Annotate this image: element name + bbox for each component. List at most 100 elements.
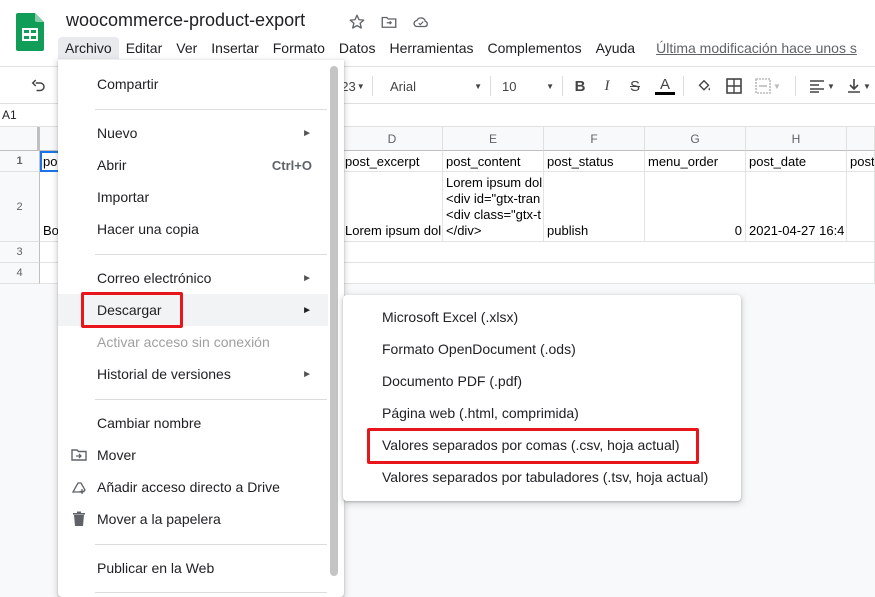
menu-item-label: Importar [97, 189, 150, 205]
strikethrough-icon[interactable]: S [625, 74, 645, 98]
menu-herramientas[interactable]: Herramientas [382, 37, 480, 59]
menu-item-mover[interactable]: Mover [58, 439, 328, 471]
menu-divider [95, 592, 327, 593]
menu-item-label: Activar acceso sin conexión [97, 334, 270, 350]
cell-h2-text: 2021-04-27 16:4 [749, 223, 845, 238]
menu-item-nuevo[interactable]: Nuevo ► [58, 117, 328, 149]
toolbar-divider [490, 76, 491, 96]
toolbar-divider [562, 76, 563, 96]
download-ods[interactable]: Formato OpenDocument (.ods) [343, 333, 741, 365]
menu-bar: Archivo Editar Ver Insertar Formato Dato… [58, 36, 857, 60]
chevron-down-icon: ▼ [863, 81, 871, 91]
file-menu: Compartir Nuevo ► Abrir Ctrl+O Importar Ha… [58, 60, 344, 597]
italic-icon[interactable]: I [597, 74, 617, 98]
toolbar-divider [683, 76, 684, 96]
menu-item-label: Hacer una copia [97, 221, 199, 237]
cell-f1[interactable]: post_status [544, 151, 645, 172]
cell-e1[interactable]: post_content [443, 151, 544, 172]
chevron-down-icon: ▼ [546, 81, 554, 91]
menu-ayuda[interactable]: Ayuda [589, 37, 642, 59]
move-to-folder-icon[interactable] [378, 11, 400, 33]
menu-datos[interactable]: Datos [332, 37, 383, 59]
download-csv[interactable]: Valores separados por comas (.csv, hoja … [343, 429, 741, 461]
column-header-f[interactable]: F [544, 127, 645, 151]
menu-item-papelera[interactable]: Mover a la papelera [58, 503, 328, 535]
menu-insertar[interactable]: Insertar [204, 37, 265, 59]
menu-item-publicar[interactable]: Publicar en la Web [58, 552, 328, 584]
star-icon[interactable] [346, 11, 368, 33]
menu-item-label: Abrir [97, 157, 127, 173]
menu-item-label: Nuevo [97, 125, 138, 141]
menu-item-importar[interactable]: Importar [58, 181, 328, 213]
menu-ver[interactable]: Ver [169, 37, 204, 59]
bold-icon[interactable]: B [570, 74, 590, 98]
text-color-icon[interactable]: A [654, 74, 676, 98]
menu-divider [95, 254, 327, 255]
align-horizontal-icon[interactable]: ▼ [806, 74, 838, 98]
cell-g2[interactable]: 0 [645, 172, 746, 242]
add-shortcut-icon [71, 479, 87, 495]
sheets-logo-icon[interactable] [16, 13, 44, 51]
cell-f2[interactable]: publish [544, 172, 645, 242]
borders-icon[interactable] [723, 74, 745, 98]
menu-editar[interactable]: Editar [119, 37, 170, 59]
menu-item-correo[interactable]: Correo electrónico ► [58, 262, 328, 294]
cell-e2-line: <div id="gtx-tran [446, 191, 541, 206]
cell-d2[interactable]: Lorem ipsum dol [342, 172, 443, 242]
menu-item-compartir[interactable]: Compartir [58, 68, 328, 100]
cell-d2-text: Lorem ipsum dol [345, 223, 442, 238]
menu-item-historial[interactable]: Historial de versiones ► [58, 358, 328, 390]
cell-i1[interactable]: post [847, 151, 875, 172]
menu-formato[interactable]: Formato [266, 37, 332, 59]
column-header-d[interactable]: D [342, 127, 443, 151]
cell-reference[interactable]: A1 [2, 108, 17, 122]
download-html[interactable]: Página web (.html, comprimida) [343, 397, 741, 429]
row-header-2[interactable]: 2 [0, 172, 40, 242]
menu-item-abrir[interactable]: Abrir Ctrl+O [58, 149, 328, 181]
download-pdf[interactable]: Documento PDF (.pdf) [343, 365, 741, 397]
download-xlsx[interactable]: Microsoft Excel (.xlsx) [343, 301, 741, 333]
menu-scrollbar[interactable] [330, 66, 338, 576]
column-header-g[interactable]: G [645, 127, 746, 151]
menu-item-descargar[interactable]: Descargar ► [58, 294, 328, 326]
column-header-e[interactable]: E [443, 127, 544, 151]
cell-h2[interactable]: 2021-04-27 16:4 [746, 172, 847, 242]
fill-color-icon[interactable] [693, 74, 715, 98]
column-header-h[interactable]: H [746, 127, 847, 151]
font-size-label: 10 [502, 78, 517, 94]
cell-e2[interactable]: Lorem ipsum dol <div id="gtx-tran <div c… [443, 172, 544, 242]
cell-e2-line: <div class="gtx-t [446, 207, 541, 222]
download-tsv[interactable]: Valores separados por tabuladores (.tsv,… [343, 461, 741, 493]
menu-divider [95, 109, 327, 110]
trash-icon [71, 511, 87, 527]
merge-cells-icon[interactable]: ▼ [752, 74, 784, 98]
cloud-status-icon[interactable] [410, 11, 432, 33]
align-vertical-icon[interactable]: ▼ [845, 74, 873, 98]
cell-h1[interactable]: post_date [746, 151, 847, 172]
row-header-1[interactable]: 1 [0, 151, 40, 172]
undo-icon[interactable] [26, 74, 50, 98]
cell-g1[interactable]: menu_order [645, 151, 746, 172]
document-title[interactable]: woocommerce-product-export [66, 10, 305, 31]
menu-item-label: Compartir [97, 76, 159, 92]
shortcut-label: Ctrl+O [271, 157, 312, 173]
last-modified-link[interactable]: Última modificación hace unos s [642, 37, 857, 59]
cell-d1[interactable]: post_excerpt [342, 151, 443, 172]
cell-a2-text: Bo [43, 223, 59, 238]
cell-i2[interactable] [847, 172, 875, 242]
menu-item-label: Historial de versiones [97, 366, 231, 382]
menu-archivo[interactable]: Archivo [58, 37, 119, 59]
menu-item-hacer-copia[interactable]: Hacer una copia [58, 213, 328, 245]
submenu-arrow-icon: ► [302, 368, 312, 380]
cell-f2-text: publish [547, 223, 589, 238]
row-header-3[interactable]: 3 [0, 242, 40, 263]
font-family-dropdown[interactable]: Arial ▼ [390, 74, 482, 98]
text-color-swatch [655, 92, 675, 95]
menu-item-acceso-directo[interactable]: Añadir acceso directo a Drive [58, 471, 328, 503]
row-header-4[interactable]: 4 [0, 263, 40, 284]
select-all-corner[interactable] [0, 127, 40, 151]
menu-complementos[interactable]: Complementos [480, 37, 588, 59]
column-header[interactable] [847, 127, 875, 151]
menu-item-cambiar-nombre[interactable]: Cambiar nombre [58, 407, 328, 439]
font-size-dropdown[interactable]: 10 ▼ [502, 74, 554, 98]
